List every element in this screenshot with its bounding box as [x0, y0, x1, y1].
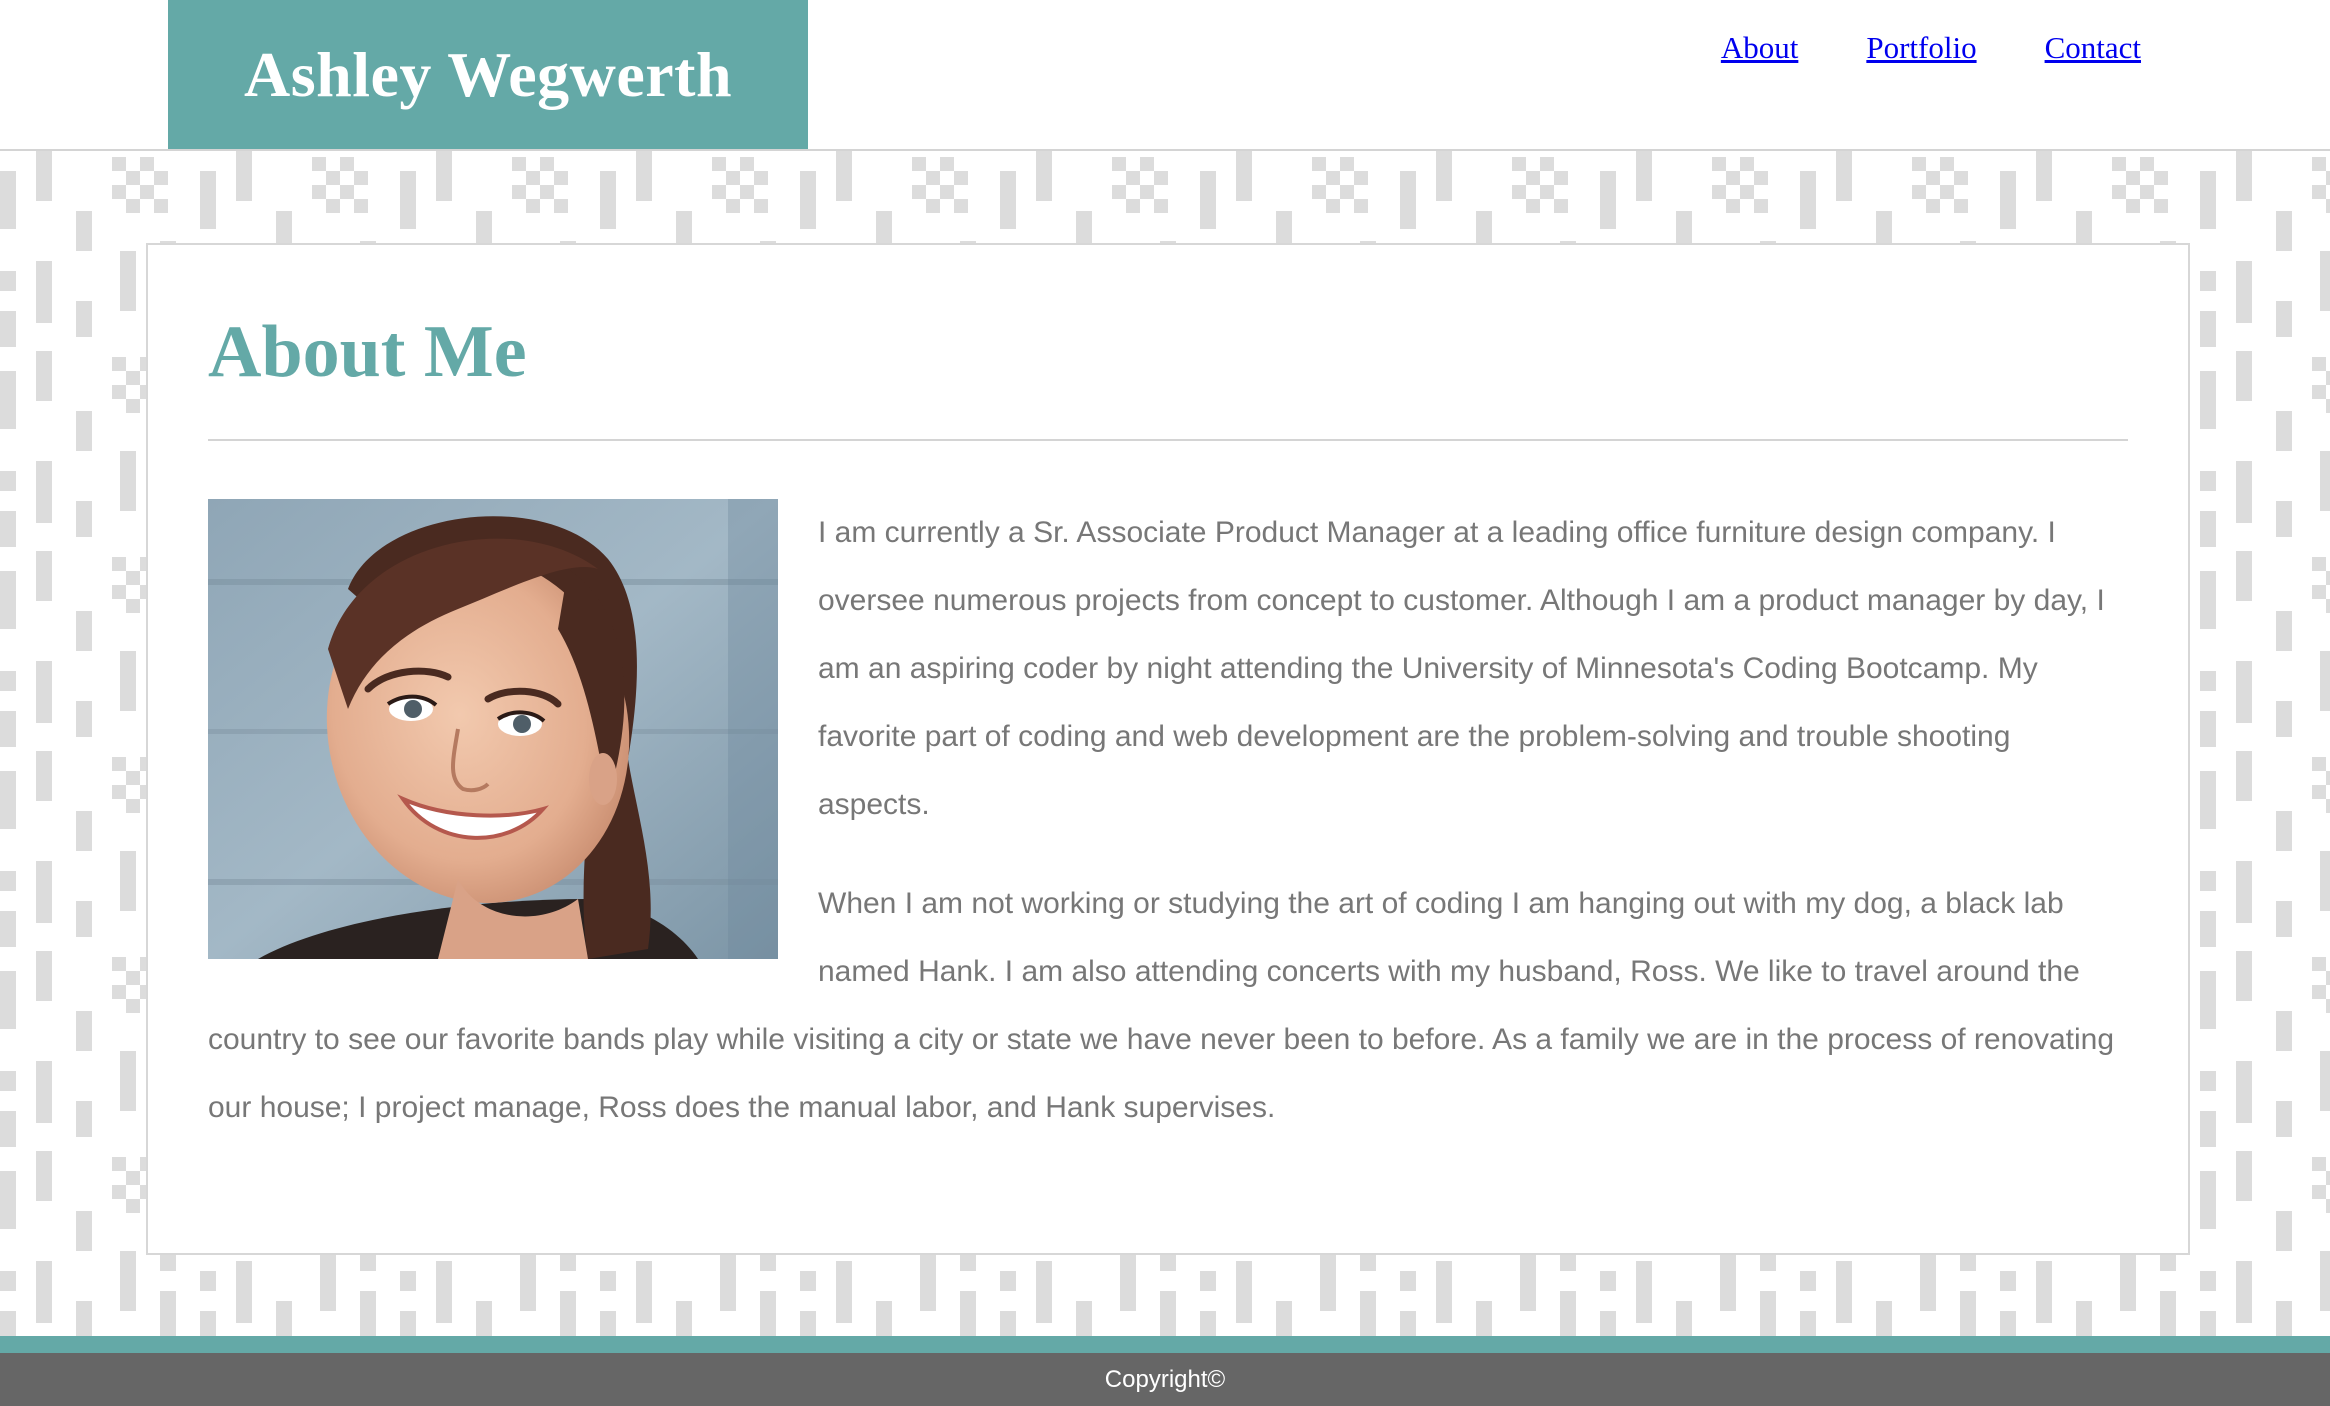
brand-name: Ashley Wegwerth [243, 38, 733, 110]
nav-link-portfolio[interactable]: Portfolio [1866, 30, 1976, 66]
footer-accent-strip [0, 1336, 2330, 1353]
main-nav: About Portfolio Contact [1721, 30, 2141, 66]
site-footer: Copyright© [0, 1353, 2330, 1406]
nav-link-contact[interactable]: Contact [2045, 30, 2141, 66]
copyright-text: Copyright© [1104, 1365, 1226, 1393]
nav-link-about[interactable]: About [1721, 30, 1799, 66]
about-content: I am currently a Sr. Associate Product M… [208, 499, 2128, 1142]
site-header: Ashley Wegwerth About Portfolio Contact [0, 0, 2330, 151]
profile-photo [208, 499, 778, 959]
about-card: About Me I am currently a Sr. Associate … [146, 243, 2190, 1255]
brand-block: Ashley Wegwerth [168, 0, 808, 149]
title-divider [208, 439, 2128, 441]
page-title: About Me [208, 311, 527, 393]
